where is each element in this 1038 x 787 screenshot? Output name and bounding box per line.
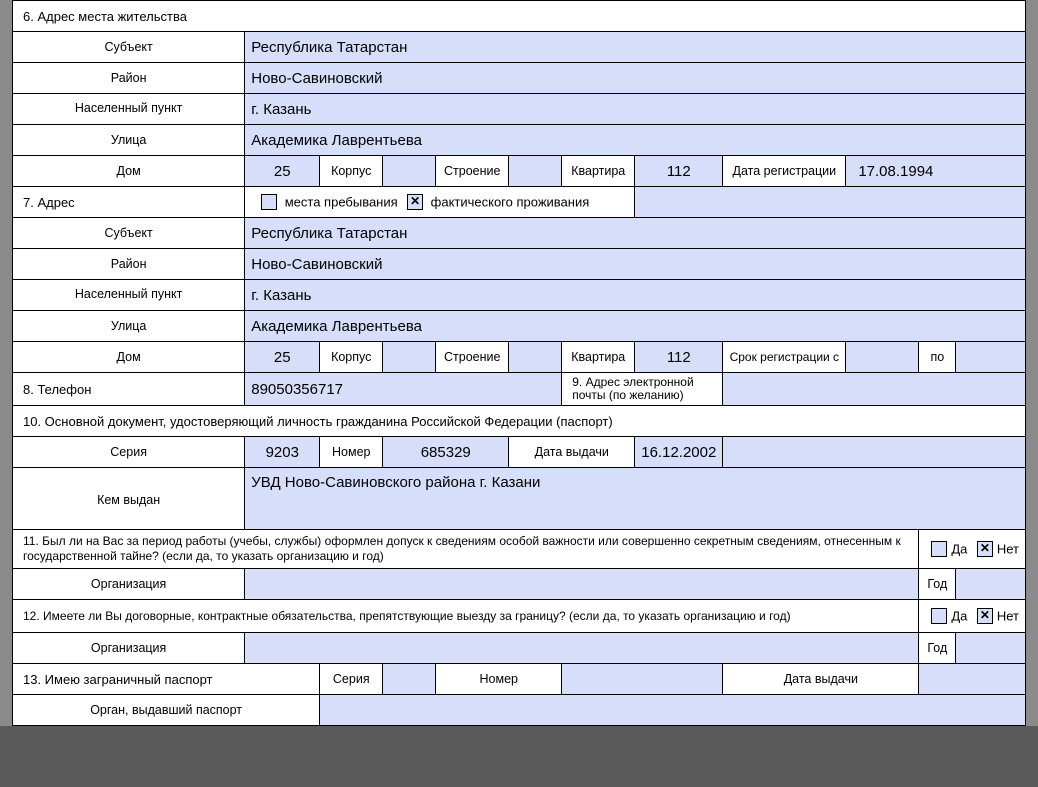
section8-title: 8. Телефон: [13, 373, 245, 406]
s6-regdate-label: Дата регистрации: [723, 156, 846, 187]
s7-stroenie-label: Строение: [436, 342, 509, 373]
s11-net-checkbox[interactable]: ✕: [977, 541, 993, 557]
s11-da-checkbox[interactable]: [931, 541, 947, 557]
section10-title: 10. Основной документ, удостоверяющий ли…: [13, 406, 1026, 437]
s6-subject-label: Субъект: [13, 32, 245, 63]
s11-net-label: Нет: [997, 542, 1019, 557]
s11-org-field[interactable]: [245, 569, 919, 600]
section13-title: 13. Имею заграничный паспорт: [13, 664, 320, 695]
s10-date-field[interactable]: 16.12.2002: [635, 437, 723, 468]
s12-net-label: Нет: [997, 609, 1019, 624]
form-table: 6. Адрес места жительства Субъект Респуб…: [12, 0, 1026, 726]
s6-korpus-label: Корпус: [320, 156, 383, 187]
s12-net-checkbox[interactable]: ✕: [977, 608, 993, 624]
section9-title: 9. Адрес электронной почты (по желанию): [562, 373, 723, 406]
s9-email-field[interactable]: [723, 373, 1026, 406]
s6-district-label: Район: [13, 63, 245, 94]
section11-title: 11. Был ли на Вас за период работы (учеб…: [13, 530, 919, 569]
s6-kv-label: Квартира: [562, 156, 635, 187]
s7-stroenie-field[interactable]: [509, 342, 562, 373]
s12-da-checkbox[interactable]: [931, 608, 947, 624]
s10-issued-field[interactable]: УВД Ново-Савиновского района г. Казани: [245, 468, 1026, 530]
s7-stay-checkbox[interactable]: [261, 194, 277, 210]
s7-street-label: Улица: [13, 311, 245, 342]
s12-year-label: Год: [919, 633, 956, 664]
s13-nomer-field[interactable]: [562, 664, 723, 695]
section12-title: 12. Имеете ли Вы договорные, контрактные…: [13, 600, 919, 633]
s7-korpus-label: Корпус: [320, 342, 383, 373]
s7-blank-field: [635, 187, 1026, 218]
s10-date-label: Дата выдачи: [509, 437, 635, 468]
s13-date-label: Дата выдачи: [723, 664, 919, 695]
s6-regdate-field[interactable]: 17.08.1994: [846, 156, 1026, 187]
s7-regto-field[interactable]: [956, 342, 1026, 373]
s6-locality-label: Населенный пункт: [13, 94, 245, 125]
s7-subject-field[interactable]: Республика Татарстан: [245, 218, 1026, 249]
s12-year-field[interactable]: [956, 633, 1026, 664]
s7-kv-label: Квартира: [562, 342, 635, 373]
s6-street-label: Улица: [13, 125, 245, 156]
section7-title: 7. Адрес: [13, 187, 245, 218]
s7-locality-label: Населенный пункт: [13, 280, 245, 311]
s6-house-field[interactable]: 25: [245, 156, 320, 187]
s7-actual-checkbox[interactable]: ✕: [407, 194, 423, 210]
s10-nomer-label: Номер: [320, 437, 383, 468]
s7-district-field[interactable]: Ново-Савиновский: [245, 249, 1026, 280]
section6-title: 6. Адрес места жительства: [13, 1, 1026, 32]
s6-locality-field[interactable]: г. Казань: [245, 94, 1026, 125]
s11-da-label: Да: [951, 542, 967, 557]
s13-issued-field[interactable]: [320, 695, 1026, 726]
s13-date-field[interactable]: [919, 664, 1026, 695]
s6-kv-field[interactable]: 112: [635, 156, 723, 187]
s6-house-label: Дом: [13, 156, 245, 187]
s7-kv-field[interactable]: 112: [635, 342, 723, 373]
s11-year-label: Год: [919, 569, 956, 600]
s10-blank: [723, 437, 1026, 468]
s6-stroenie-label: Строение: [436, 156, 509, 187]
s7-district-label: Район: [13, 249, 245, 280]
s10-nomer-field[interactable]: 685329: [383, 437, 509, 468]
s7-stay-label: места пребывания: [285, 195, 398, 210]
s13-issued-label: Орган, выдавший паспорт: [13, 695, 320, 726]
s8-phone-field[interactable]: 89050356717: [245, 373, 562, 406]
s6-street-field[interactable]: Академика Лаврентьева: [245, 125, 1026, 156]
s6-korpus-field[interactable]: [383, 156, 436, 187]
s7-house-field[interactable]: 25: [245, 342, 320, 373]
s7-street-field[interactable]: Академика Лаврентьева: [245, 311, 1026, 342]
s12-org-field[interactable]: [245, 633, 919, 664]
s7-regfrom-field[interactable]: [846, 342, 919, 373]
s11-org-label: Организация: [13, 569, 245, 600]
s12-da-label: Да: [951, 609, 967, 624]
s10-issued-label: Кем выдан: [13, 468, 245, 530]
s6-subject-field[interactable]: Республика Татарстан: [245, 32, 1026, 63]
s13-nomer-label: Номер: [436, 664, 562, 695]
s11-year-field[interactable]: [956, 569, 1026, 600]
s6-stroenie-field[interactable]: [509, 156, 562, 187]
s7-subject-label: Субъект: [13, 218, 245, 249]
s6-district-field[interactable]: Ново-Савиновский: [245, 63, 1026, 94]
s7-korpus-field[interactable]: [383, 342, 436, 373]
s10-seria-label: Серия: [13, 437, 245, 468]
s10-seria-field[interactable]: 9203: [245, 437, 320, 468]
s7-regto-label: по: [919, 342, 956, 373]
s7-regterm-label: Срок регистрации с: [723, 342, 846, 373]
s7-actual-label: фактического проживания: [431, 195, 590, 210]
s12-org-label: Организация: [13, 633, 245, 664]
s7-locality-field[interactable]: г. Казань: [245, 280, 1026, 311]
s13-seria-field[interactable]: [383, 664, 436, 695]
s7-house-label: Дом: [13, 342, 245, 373]
s13-seria-label: Серия: [320, 664, 383, 695]
